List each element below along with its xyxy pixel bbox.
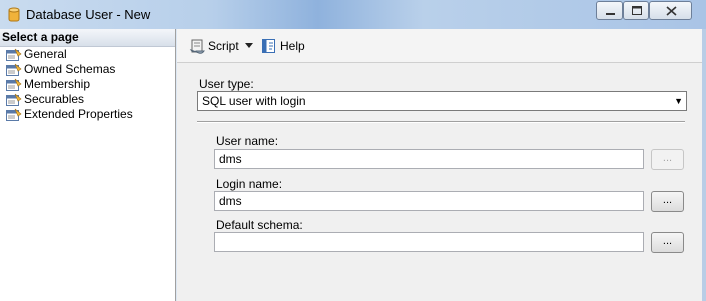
login-name-field[interactable]: dms: [214, 191, 644, 211]
login-name-label: Login name:: [216, 177, 283, 191]
database-icon: [8, 7, 20, 22]
page-item-owned-schemas[interactable]: Owned Schemas: [0, 62, 175, 77]
page-item-label: Membership: [24, 77, 91, 91]
page-item-label: Owned Schemas: [24, 62, 116, 76]
user-name-label: User name:: [216, 134, 279, 148]
page-item-extended-properties[interactable]: Extended Properties: [0, 107, 175, 122]
minimize-button[interactable]: [596, 1, 623, 20]
default-schema-label: Default schema:: [216, 218, 303, 232]
script-icon: [189, 39, 205, 54]
maximize-icon: [632, 6, 642, 15]
minimize-icon: [606, 13, 615, 15]
default-schema-field[interactable]: [214, 232, 644, 252]
page-item-membership[interactable]: Membership: [0, 77, 175, 92]
separator: [197, 121, 685, 123]
dropdown-arrow-icon[interactable]: [245, 43, 253, 48]
page-selector-panel: Select a page General Owned Schemas Memb…: [0, 29, 176, 301]
window-edge: [702, 29, 706, 301]
user-type-dropdown[interactable]: SQL user with login ▼: [197, 91, 687, 111]
properties-page-icon: [6, 48, 22, 61]
close-icon: [666, 6, 677, 16]
page-item-label: General: [24, 47, 67, 61]
user-type-value: SQL user with login: [202, 94, 306, 108]
user-name-browse-button[interactable]: ...: [651, 149, 684, 170]
properties-page-icon: [6, 63, 22, 76]
help-icon: [262, 39, 275, 53]
chevron-down-icon: ▼: [674, 96, 683, 106]
script-button[interactable]: Script: [189, 38, 263, 54]
default-schema-browse-button[interactable]: ...: [651, 232, 684, 253]
user-type-label: User type:: [199, 77, 254, 91]
page-item-label: Securables: [24, 92, 85, 106]
help-button[interactable]: Help: [261, 38, 311, 54]
window-title: Database User - New: [26, 7, 151, 22]
content-panel: Script Help User type: SQL user with log…: [177, 29, 702, 301]
page-item-label: Extended Properties: [24, 107, 133, 121]
page-item-general[interactable]: General: [0, 47, 175, 62]
toolbar: Script Help: [177, 29, 702, 63]
page-item-securables[interactable]: Securables: [0, 92, 175, 107]
user-name-value: dms: [219, 152, 242, 166]
script-label: Script: [208, 39, 239, 53]
select-page-header: Select a page: [0, 29, 175, 47]
general-page-form: User type: SQL user with login ▼ User na…: [177, 63, 702, 301]
help-label: Help: [280, 39, 305, 53]
maximize-button[interactable]: [623, 1, 649, 20]
login-name-browse-button[interactable]: ...: [651, 191, 684, 212]
close-button[interactable]: [649, 1, 692, 20]
user-name-field[interactable]: dms: [214, 149, 644, 169]
login-name-value: dms: [219, 194, 242, 208]
properties-page-icon: [6, 78, 22, 91]
title-bar: Database User - New: [0, 0, 706, 29]
properties-page-icon: [6, 93, 22, 106]
properties-page-icon: [6, 108, 22, 121]
